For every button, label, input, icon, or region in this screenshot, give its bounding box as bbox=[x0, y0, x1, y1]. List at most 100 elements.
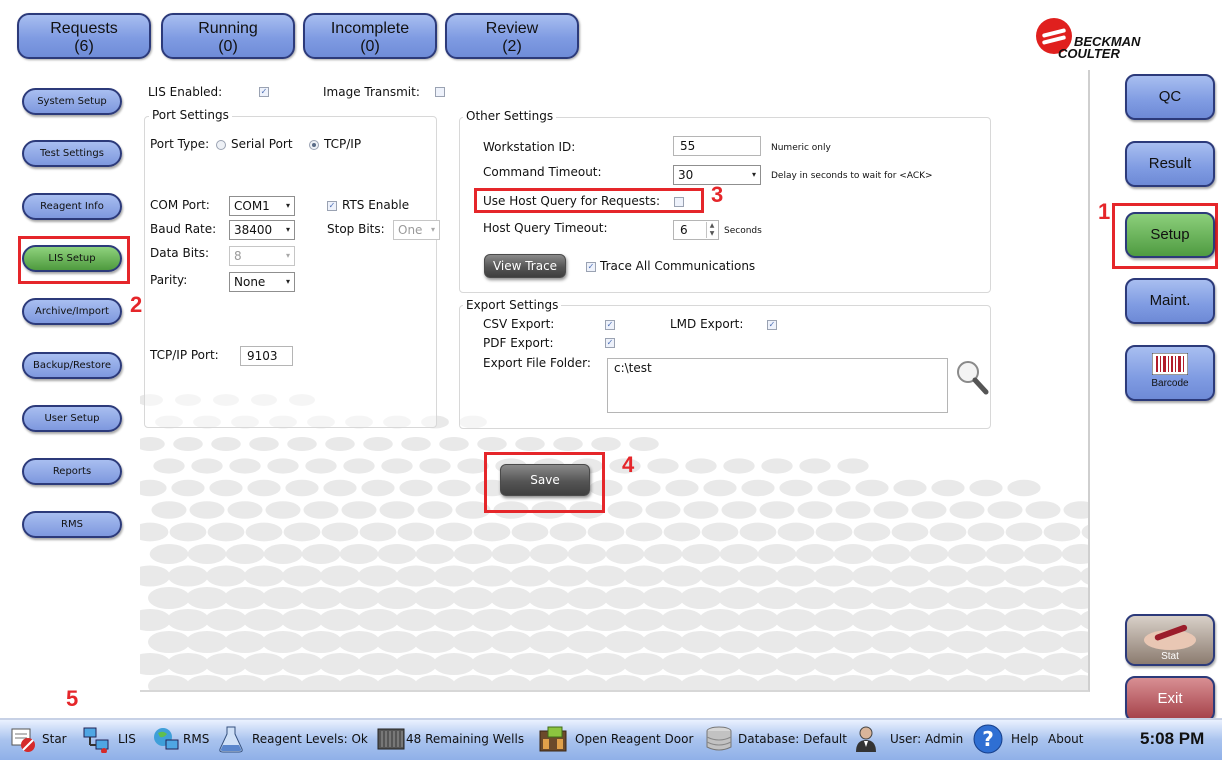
reagent-flask-icon bbox=[219, 726, 243, 753]
baud-rate-label: Baud Rate: bbox=[150, 222, 217, 236]
stop-bits-label: Stop Bits: bbox=[327, 222, 385, 236]
callout-number-3: 3 bbox=[711, 182, 724, 207]
nav-reports[interactable]: Reports bbox=[22, 458, 122, 485]
callout-number-2: 2 bbox=[130, 292, 143, 317]
about-label[interactable]: About bbox=[1048, 732, 1083, 746]
serial-port-radio[interactable] bbox=[216, 140, 226, 150]
database-icon bbox=[706, 726, 732, 751]
stop-bits-value: One bbox=[398, 223, 423, 237]
barcode-label: Barcode bbox=[1151, 378, 1189, 389]
command-timeout-hint: Delay in seconds to wait for <ACK> bbox=[771, 171, 933, 181]
lmd-export-checkbox[interactable]: ✓ bbox=[767, 320, 777, 330]
beckman-coulter-logo: BECKMAN COULTER bbox=[1036, 14, 1186, 64]
reagent-door-icon[interactable] bbox=[538, 725, 570, 753]
result-button[interactable]: Result bbox=[1125, 141, 1215, 187]
lis-setup-panel: LIS Enabled: ✓ Image Transmit: Port Sett… bbox=[140, 70, 1090, 692]
magnifier-icon[interactable] bbox=[955, 359, 989, 395]
callout-box-2 bbox=[18, 236, 130, 284]
start-icon[interactable] bbox=[10, 725, 38, 753]
tab-requests-count: (6) bbox=[74, 38, 94, 55]
tab-incomplete[interactable]: Incomplete (0) bbox=[303, 13, 437, 59]
parity-label: Parity: bbox=[150, 273, 188, 287]
data-bits-value: 8 bbox=[234, 249, 242, 263]
lis-enabled-label: LIS Enabled: bbox=[148, 85, 223, 99]
tab-requests-label: Requests bbox=[50, 20, 118, 37]
workstation-id-hint: Numeric only bbox=[771, 143, 831, 153]
nav-test-settings[interactable]: Test Settings bbox=[22, 140, 122, 167]
tab-incomplete-label: Incomplete bbox=[330, 20, 410, 37]
exit-button[interactable]: Exit bbox=[1125, 676, 1215, 722]
csv-export-label: CSV Export: bbox=[483, 317, 555, 331]
tcpip-label: TCP/IP bbox=[324, 137, 362, 151]
workstation-id-label: Workstation ID: bbox=[483, 140, 576, 154]
nav-user-setup[interactable]: User Setup bbox=[22, 405, 122, 432]
port-type-label: Port Type: bbox=[150, 137, 210, 151]
rms-label[interactable]: RMS bbox=[183, 732, 209, 746]
tcpip-port-label: TCP/IP Port: bbox=[150, 348, 219, 362]
reagent-levels-label: Reagent Levels: Ok bbox=[252, 732, 368, 746]
lis-label[interactable]: LIS bbox=[118, 732, 136, 746]
lis-icon[interactable] bbox=[82, 725, 112, 753]
tab-running[interactable]: Running (0) bbox=[161, 13, 295, 59]
remaining-wells-label: 48 Remaining Wells bbox=[406, 732, 525, 746]
workstation-id-input[interactable]: 55 bbox=[673, 136, 761, 156]
com-port-value: COM1 bbox=[234, 199, 270, 213]
image-transmit-checkbox[interactable] bbox=[435, 87, 445, 97]
lis-enabled-checkbox[interactable]: ✓ bbox=[259, 87, 269, 97]
port-settings-title: Port Settings bbox=[149, 108, 232, 122]
taskbar: Star LIS RMS Reagent Levels: Ok 48 Remai… bbox=[0, 718, 1222, 760]
callout-number-1: 1 bbox=[1098, 199, 1111, 224]
barcode-button[interactable]: Barcode bbox=[1125, 345, 1215, 401]
trace-all-checkbox[interactable]: ✓ bbox=[586, 262, 596, 272]
com-port-select[interactable]: COM1 ▾ bbox=[229, 196, 295, 216]
pdf-export-checkbox[interactable]: ✓ bbox=[605, 338, 615, 348]
host-query-timeout-value: 6 bbox=[680, 223, 688, 237]
view-trace-button[interactable]: View Trace bbox=[484, 254, 566, 278]
qc-button[interactable]: QC bbox=[1125, 74, 1215, 120]
tab-running-label: Running bbox=[198, 20, 258, 37]
com-port-label: COM Port: bbox=[150, 198, 210, 212]
stop-bits-select[interactable]: One ▾ bbox=[393, 220, 440, 240]
tab-review-count: (2) bbox=[502, 38, 522, 55]
export-folder-input[interactable]: c:\test bbox=[607, 358, 948, 413]
help-label[interactable]: Help bbox=[1011, 732, 1038, 746]
tcpip-port-input[interactable]: 9103 bbox=[240, 346, 293, 366]
stat-label: Stat bbox=[1161, 651, 1179, 662]
data-bits-select[interactable]: 8 ▾ bbox=[229, 246, 295, 266]
tab-review[interactable]: Review (2) bbox=[445, 13, 579, 59]
spinner-arrows-icon[interactable]: ▲ ▼ bbox=[706, 222, 717, 238]
tcpip-radio[interactable] bbox=[309, 140, 319, 150]
rms-icon[interactable] bbox=[152, 725, 182, 753]
nav-archive-import[interactable]: Archive/Import bbox=[22, 298, 122, 325]
nav-backup-restore[interactable]: Backup/Restore bbox=[22, 352, 122, 379]
barcode-icon bbox=[1152, 353, 1188, 375]
baud-rate-select[interactable]: 38400 ▾ bbox=[229, 220, 295, 240]
nav-rms[interactable]: RMS bbox=[22, 511, 122, 538]
maint-button[interactable]: Maint. bbox=[1125, 278, 1215, 324]
user-icon bbox=[856, 726, 876, 752]
database-label: Database: Default bbox=[738, 732, 847, 746]
nav-system-setup[interactable]: System Setup bbox=[22, 88, 122, 115]
start-label[interactable]: Star bbox=[42, 732, 67, 746]
setup-button[interactable]: Setup bbox=[1125, 212, 1215, 258]
chevron-down-icon: ▾ bbox=[751, 170, 756, 179]
user-label: User: Admin bbox=[890, 732, 964, 746]
nav-reagent-info[interactable]: Reagent Info bbox=[22, 193, 122, 220]
rts-enable-checkbox[interactable]: ✓ bbox=[327, 201, 337, 211]
tab-requests[interactable]: Requests (6) bbox=[17, 13, 151, 59]
export-folder-label: Export File Folder: bbox=[483, 356, 591, 370]
tab-incomplete-count: (0) bbox=[360, 38, 380, 55]
clock-time: 5:08 PM bbox=[1140, 729, 1205, 748]
chevron-down-icon: ▾ bbox=[285, 201, 290, 210]
csv-export-checkbox[interactable]: ✓ bbox=[605, 320, 615, 330]
lmd-export-label: LMD Export: bbox=[670, 317, 744, 331]
data-bits-label: Data Bits: bbox=[150, 246, 210, 260]
parity-select[interactable]: None ▾ bbox=[229, 272, 295, 292]
stat-button[interactable]: Stat bbox=[1125, 614, 1215, 666]
open-reagent-door-label[interactable]: Open Reagent Door bbox=[575, 732, 693, 746]
host-query-timeout-unit: Seconds bbox=[724, 226, 762, 236]
command-timeout-label: Command Timeout: bbox=[483, 165, 602, 179]
export-settings-title: Export Settings bbox=[463, 298, 562, 312]
help-icon[interactable]: ? bbox=[972, 723, 1004, 755]
host-query-timeout-spinner[interactable]: 6 ▲ ▼ bbox=[673, 220, 719, 240]
